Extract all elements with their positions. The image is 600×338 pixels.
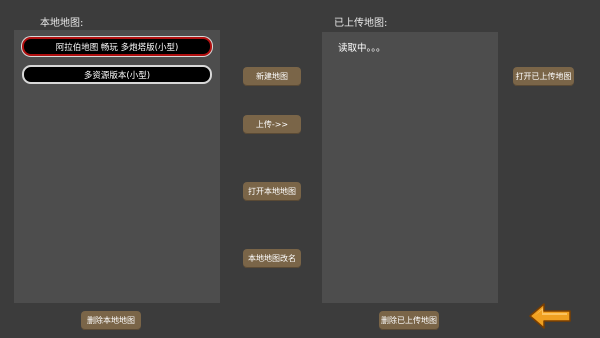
local-map-item-1[interactable]: 阿拉伯地图 畅玩 多炮塔版(小型) bbox=[22, 37, 212, 56]
delete-uploaded-map-button[interactable]: 删除已上传地图 bbox=[379, 311, 439, 330]
local-map-item-2[interactable]: 多资源版本(小型) bbox=[22, 65, 212, 84]
upload-button[interactable]: 上传->> bbox=[243, 115, 301, 134]
open-uploaded-map-button[interactable]: 打开已上传地图 bbox=[513, 67, 574, 86]
open-local-map-button[interactable]: 打开本地地图 bbox=[243, 182, 301, 201]
local-maps-title: 本地地图: bbox=[40, 18, 84, 29]
delete-local-map-button[interactable]: 删除本地地图 bbox=[81, 311, 141, 330]
uploaded-maps-title: 已上传地图: bbox=[334, 18, 388, 29]
rename-local-map-button[interactable]: 本地地图改名 bbox=[243, 249, 301, 268]
back-arrow-icon bbox=[529, 303, 571, 329]
uploaded-maps-panel[interactable] bbox=[322, 32, 498, 303]
loading-text: 读取中。。。 bbox=[338, 43, 386, 54]
back-button[interactable] bbox=[528, 302, 572, 330]
new-map-button[interactable]: 新建地图 bbox=[243, 67, 301, 86]
